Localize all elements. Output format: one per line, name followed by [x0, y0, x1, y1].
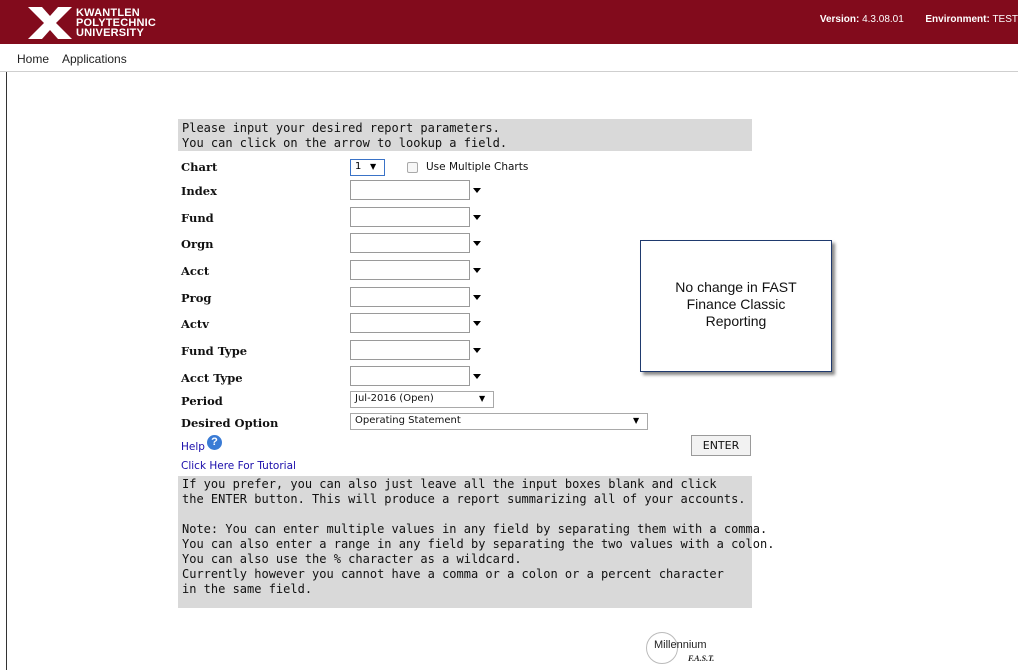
callout-line-2: Finance Classic — [686, 296, 786, 312]
nav-home[interactable]: Home — [17, 52, 49, 66]
callout-line-3: Reporting — [705, 313, 767, 329]
acct-type-input[interactable] — [350, 366, 470, 386]
chart-select-arrow-icon: ▼ — [370, 162, 377, 171]
kpu-logo-icon — [28, 7, 72, 39]
actv-label: Actv — [181, 317, 209, 331]
chart-select[interactable]: 1 ▼ — [350, 159, 385, 176]
tutorial-link[interactable]: Click Here For Tutorial — [181, 460, 296, 472]
header-bar: KWANTLEN POLYTECHNIC UNIVERSITY Version:… — [0, 0, 1018, 44]
period-label: Period — [181, 394, 223, 408]
use-multiple-charts-checkbox[interactable] — [407, 162, 418, 173]
callout-note: No change in FAST Finance Classic Report… — [640, 240, 832, 372]
period-select-arrow-icon: ▼ — [479, 394, 486, 403]
chart-select-value: 1 — [355, 161, 362, 172]
fund-type-input[interactable] — [350, 340, 470, 360]
acct-label: Acct — [181, 264, 210, 278]
index-lookup-arrow-icon[interactable] — [473, 188, 481, 193]
fund-lookup-arrow-icon[interactable] — [473, 215, 481, 220]
nav-bar: Home Applications — [0, 44, 1018, 72]
nav-applications[interactable]: Applications — [62, 52, 127, 66]
prog-lookup-arrow-icon[interactable] — [473, 295, 481, 300]
acct-input[interactable] — [350, 260, 470, 280]
actv-input[interactable] — [350, 313, 470, 333]
period-select[interactable]: Jul-2016 (Open) ▼ — [350, 391, 494, 408]
version-info: Version: 4.3.08.01 Environment: TEST — [820, 14, 1018, 25]
desired-option-label: Desired Option — [181, 416, 279, 430]
use-multiple-charts-label: Use Multiple Charts — [426, 161, 529, 173]
chart-label: Chart — [181, 160, 218, 174]
fund-label: Fund — [181, 211, 214, 225]
desired-option-select[interactable]: Operating Statement ▼ — [350, 413, 648, 430]
intro-line-1: Please input your desired report paramet… — [182, 121, 500, 135]
millennium-fast-logo: Millennium F.A.S.T. — [646, 630, 726, 666]
instructions-text: If you prefer, you can also just leave a… — [178, 476, 774, 608]
version-value: 4.3.08.01 — [862, 14, 904, 25]
callout-line-1: No change in FAST — [675, 279, 797, 295]
intro-line-2: You can click on the arrow to lookup a f… — [182, 136, 508, 150]
help-question-icon[interactable]: ? — [207, 435, 222, 450]
orgn-input[interactable] — [350, 233, 470, 253]
help-link[interactable]: Help — [181, 441, 205, 453]
kpu-logo[interactable]: KWANTLEN POLYTECHNIC UNIVERSITY — [28, 7, 158, 39]
enter-button[interactable]: ENTER — [691, 435, 751, 456]
environment-label: Environment: — [925, 14, 990, 25]
fund-type-label: Fund Type — [181, 344, 248, 358]
logo-line-3: UNIVERSITY — [76, 27, 145, 39]
acct-lookup-arrow-icon[interactable] — [473, 268, 481, 273]
fast-logo-name: Millennium — [654, 639, 707, 651]
actv-lookup-arrow-icon[interactable] — [473, 321, 481, 326]
environment-value: TEST — [992, 14, 1018, 25]
index-label: Index — [181, 184, 217, 198]
parameters-intro: Please input your desired report paramet… — [178, 119, 752, 151]
orgn-lookup-arrow-icon[interactable] — [473, 241, 481, 246]
version-label: Version: — [819, 14, 860, 25]
period-select-value: Jul-2016 (Open) — [355, 393, 434, 404]
fund-input[interactable] — [350, 207, 470, 227]
logo-text: KWANTLEN POLYTECHNIC UNIVERSITY — [76, 8, 156, 39]
desired-option-select-value: Operating Statement — [355, 415, 461, 426]
prog-input[interactable] — [350, 287, 470, 307]
acct-type-label: Acct Type — [181, 371, 243, 385]
fast-logo-sub: F.A.S.T. — [688, 654, 715, 663]
prog-label: Prog — [181, 291, 212, 305]
fund-type-lookup-arrow-icon[interactable] — [473, 348, 481, 353]
index-input[interactable] — [350, 180, 470, 200]
orgn-label: Orgn — [181, 237, 214, 251]
acct-type-lookup-arrow-icon[interactable] — [473, 374, 481, 379]
desired-option-select-arrow-icon: ▼ — [633, 416, 640, 425]
